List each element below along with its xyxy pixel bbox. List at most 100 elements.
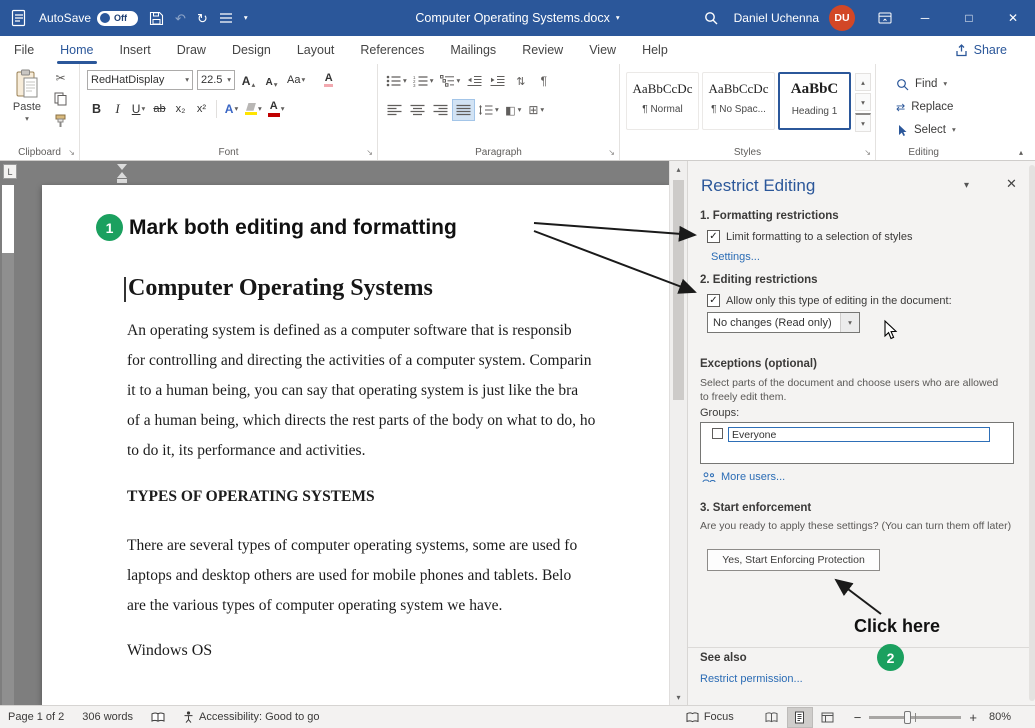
- paste-button[interactable]: Paste ▾: [5, 69, 49, 123]
- tab-mailings[interactable]: Mailings: [450, 36, 496, 64]
- settings-link[interactable]: Settings...: [711, 251, 760, 263]
- zoom-percent[interactable]: 80%: [989, 711, 1011, 723]
- clear-formatting-button[interactable]: A: [319, 70, 338, 90]
- show-formatting-marks-button[interactable]: ¶: [533, 71, 554, 91]
- style-heading1[interactable]: AaBbC Heading 1: [778, 72, 851, 130]
- underline-button[interactable]: U▾: [129, 99, 148, 119]
- document-paragraph-2[interactable]: There are several types of computer oper…: [127, 531, 669, 621]
- clipboard-dialog-launcher[interactable]: ↘: [68, 149, 75, 157]
- change-case-button[interactable]: Aa▾: [285, 70, 307, 90]
- format-painter-button[interactable]: [54, 114, 67, 128]
- everyone-checkbox[interactable]: [712, 428, 723, 439]
- panel-close-icon[interactable]: ✕: [1006, 176, 1017, 192]
- undo-icon[interactable]: ↶: [175, 12, 186, 25]
- tab-home[interactable]: Home: [60, 36, 93, 64]
- increase-indent-button[interactable]: [487, 71, 508, 91]
- find-button[interactable]: Find ▾: [896, 74, 1035, 94]
- highlight-color-button[interactable]: ▾: [243, 99, 264, 119]
- style-no-spacing[interactable]: AaBbCcDc ¶ No Spac...: [702, 72, 775, 130]
- styles-more-button[interactable]: ▾: [855, 113, 871, 132]
- tab-stop-selector[interactable]: L: [3, 164, 17, 179]
- everyone-item[interactable]: Everyone: [728, 427, 990, 442]
- copy-button[interactable]: [54, 92, 67, 106]
- save-icon[interactable]: [149, 11, 164, 26]
- document-subheading[interactable]: TYPES OF OPERATING SYSTEMS: [127, 488, 375, 506]
- numbering-button[interactable]: 123▾: [411, 71, 436, 91]
- limit-formatting-checkbox[interactable]: ✓: [707, 230, 720, 243]
- collapse-ribbon-button[interactable]: ▴: [1019, 148, 1023, 157]
- line-spacing-button[interactable]: ▾: [476, 100, 501, 120]
- justify-button[interactable]: [453, 100, 474, 120]
- superscript-button[interactable]: x²: [192, 99, 211, 119]
- italic-button[interactable]: I: [108, 99, 127, 119]
- word-count[interactable]: 306 words: [82, 711, 133, 723]
- multilevel-list-button[interactable]: ▾: [438, 71, 463, 91]
- font-name-select[interactable]: RedHatDisplay▾: [87, 70, 193, 90]
- zoom-slider-thumb[interactable]: [904, 711, 911, 724]
- ribbon-display-options-button[interactable]: [867, 0, 903, 36]
- web-layout-button[interactable]: [816, 708, 840, 727]
- document-heading[interactable]: Computer Operating Systems: [128, 275, 433, 302]
- zoom-in-button[interactable]: +: [969, 710, 977, 725]
- more-users-link[interactable]: More users...: [702, 471, 785, 483]
- maximize-button[interactable]: □: [947, 0, 991, 36]
- replace-button[interactable]: ⇄ Replace: [896, 97, 1035, 117]
- decrease-indent-button[interactable]: [464, 71, 485, 91]
- styles-scroll-down-button[interactable]: ▾: [855, 93, 871, 111]
- tab-help[interactable]: Help: [642, 36, 668, 64]
- subscript-button[interactable]: x₂: [171, 99, 190, 119]
- align-right-button[interactable]: [430, 100, 451, 120]
- groups-listbox[interactable]: Everyone: [700, 422, 1014, 464]
- tab-layout[interactable]: Layout: [297, 36, 335, 64]
- grow-font-button[interactable]: A▴: [239, 70, 258, 90]
- first-line-indent-marker[interactable]: [117, 164, 127, 170]
- proofing-status-button[interactable]: [151, 712, 165, 723]
- strikethrough-button[interactable]: ab: [150, 99, 169, 119]
- focus-mode-button[interactable]: Focus: [686, 711, 734, 723]
- tab-file[interactable]: File: [14, 36, 34, 64]
- style-normal[interactable]: AaBbCcDc ¶ Normal: [626, 72, 699, 130]
- customize-quick-access-icon[interactable]: [219, 12, 233, 24]
- paragraph-dialog-launcher[interactable]: ↘: [608, 149, 615, 157]
- left-indent-marker[interactable]: [117, 179, 127, 183]
- share-button[interactable]: Share: [955, 43, 1007, 57]
- print-layout-button[interactable]: [788, 708, 812, 727]
- search-button[interactable]: [692, 0, 732, 36]
- read-mode-button[interactable]: [760, 708, 784, 727]
- scroll-down-button[interactable]: ▾: [670, 689, 687, 705]
- tab-draw[interactable]: Draw: [177, 36, 206, 64]
- font-dialog-launcher[interactable]: ↘: [366, 149, 373, 157]
- font-size-select[interactable]: 22.5▾: [197, 70, 235, 90]
- zoom-slider[interactable]: [869, 716, 961, 719]
- shrink-font-button[interactable]: A▾: [262, 70, 281, 90]
- shading-button[interactable]: ◧▾: [503, 100, 524, 120]
- scroll-up-button[interactable]: ▴: [670, 161, 687, 177]
- document-page[interactable]: 1 Mark both editing and formatting Compu…: [42, 185, 669, 705]
- bold-button[interactable]: B: [87, 99, 106, 119]
- document-paragraph-3[interactable]: Windows OS: [127, 642, 212, 660]
- allow-editing-checkbox[interactable]: ✓: [707, 294, 720, 307]
- hanging-indent-marker[interactable]: [117, 172, 127, 178]
- user-name[interactable]: Daniel Uchenna: [734, 11, 819, 25]
- bullets-button[interactable]: ▾: [384, 71, 409, 91]
- accessibility-status-button[interactable]: Accessibility: Good to go: [183, 711, 319, 723]
- quick-access-chevron-icon[interactable]: ▾: [244, 14, 248, 22]
- editing-type-dropdown[interactable]: No changes (Read only) ▾: [707, 312, 860, 333]
- redo-icon[interactable]: ↻: [197, 12, 208, 25]
- align-left-button[interactable]: [384, 100, 405, 120]
- styles-scroll-up-button[interactable]: ▴: [855, 73, 871, 91]
- scrollbar-thumb[interactable]: [673, 180, 684, 400]
- text-effects-button[interactable]: A▾: [222, 99, 241, 119]
- select-button[interactable]: Select ▾: [896, 120, 1035, 140]
- restrict-permission-link[interactable]: Restrict permission...: [700, 673, 803, 685]
- cut-button[interactable]: ✂: [55, 72, 65, 84]
- page-indicator[interactable]: Page 1 of 2: [8, 711, 64, 723]
- dropdown-button[interactable]: ▾: [840, 313, 859, 332]
- sort-button[interactable]: ⇅: [510, 71, 531, 91]
- avatar[interactable]: DU: [829, 5, 855, 31]
- zoom-out-button[interactable]: −: [854, 710, 862, 725]
- styles-dialog-launcher[interactable]: ↘: [864, 149, 871, 157]
- panel-scrollbar[interactable]: [1029, 165, 1035, 701]
- panel-options-chevron-icon[interactable]: ▾: [964, 180, 969, 191]
- close-button[interactable]: ✕: [991, 0, 1035, 36]
